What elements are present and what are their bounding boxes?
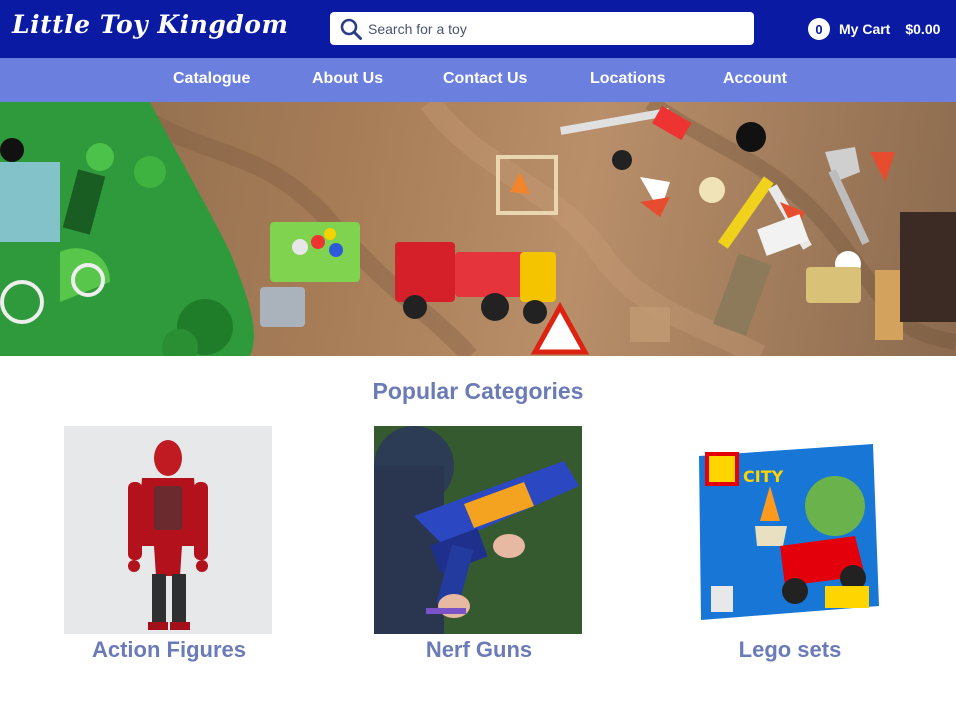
nav-item-locations[interactable]: Locations — [590, 70, 666, 88]
nav-item-about-us[interactable]: About Us — [312, 70, 383, 88]
category-label-action-figures[interactable]: Action Figures — [14, 637, 324, 663]
search-bar[interactable] — [330, 12, 754, 45]
category-card-nerf-guns[interactable]: Nerf Guns — [374, 426, 584, 662]
cart-count-badge: 0 — [808, 18, 830, 40]
nav-item-account[interactable]: Account — [723, 70, 787, 88]
site-logo[interactable]: Little Toy Kingdom — [12, 10, 288, 39]
category-card-action-figures[interactable]: Action Figures — [64, 426, 274, 662]
nav-item-contact-us[interactable]: Contact Us — [443, 70, 527, 88]
header: Little Toy Kingdom 0 My Cart $0.00 — [0, 0, 956, 58]
category-label-nerf-guns[interactable]: Nerf Guns — [324, 637, 634, 663]
category-label-lego-sets[interactable]: Lego sets — [635, 637, 945, 663]
svg-text:CITY: CITY — [743, 467, 784, 486]
search-input[interactable] — [368, 14, 738, 43]
main-nav: Catalogue About Us Contact Us Locations … — [0, 58, 956, 102]
category-card-lego-sets[interactable]: CITY Lego sets — [685, 426, 895, 662]
category-image-action-figures[interactable] — [64, 426, 272, 634]
cart-total: $0.00 — [905, 21, 941, 37]
category-image-nerf-guns[interactable] — [374, 426, 582, 634]
cart[interactable]: 0 My Cart $0.00 — [808, 17, 940, 41]
section-title-popular-categories: Popular Categories — [372, 378, 584, 404]
category-image-lego-sets[interactable]: CITY — [685, 426, 893, 634]
hero-banner-image — [0, 102, 956, 356]
cart-label[interactable]: My Cart — [839, 21, 890, 37]
search-icon[interactable] — [334, 12, 368, 45]
nav-item-catalogue[interactable]: Catalogue — [173, 70, 250, 88]
